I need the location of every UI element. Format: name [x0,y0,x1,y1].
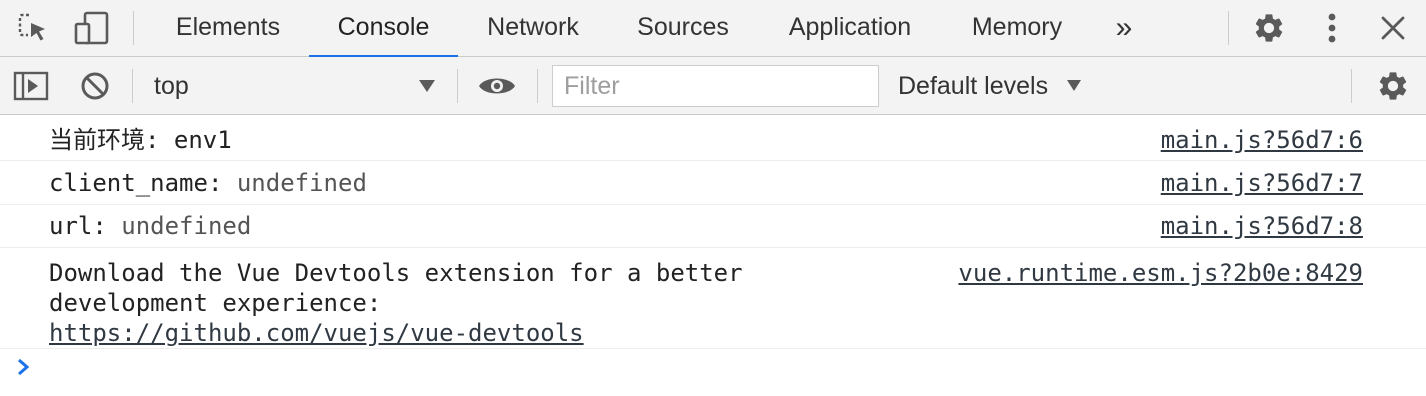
message-source-link[interactable]: main.js?56d7:6 [1161,125,1363,155]
kebab-menu-icon[interactable] [1318,0,1346,56]
console-message: Download the Vue Devtools extension for … [0,248,1426,349]
toolbar-separator [537,69,538,103]
tab-elements[interactable]: Elements [159,0,297,57]
console-message: 当前环境: env1 main.js?56d7:6 [0,116,1426,161]
filter-input[interactable] [552,65,879,107]
inspect-element-icon[interactable] [16,0,50,56]
devtools-link[interactable]: https://github.com/vuejs/vue-devtools [49,319,584,347]
message-text: Download the Vue Devtools extension for … [49,258,743,348]
console-message: client_name: undefined main.js?56d7:7 [0,161,1426,205]
message-text: 当前环境: env1 [49,125,232,155]
message-key: url: [49,212,122,240]
show-sidebar-icon[interactable] [12,57,50,115]
message-value: undefined [236,169,367,197]
message-value: env1 [173,126,232,154]
tab-sources[interactable]: Sources [621,0,745,57]
chevron-right-icon[interactable] [14,356,32,383]
tab-separator [1228,11,1229,45]
eye-icon[interactable] [477,57,517,115]
tab-memory[interactable]: Memory [956,0,1078,57]
close-icon[interactable] [1378,0,1408,56]
message-value: undefined [121,212,252,240]
message-line: Download the Vue Devtools extension for … [49,259,743,287]
toolbar-separator [457,69,458,103]
device-toolbar-icon[interactable] [74,0,110,56]
toolbar-separator [1351,69,1352,103]
clear-console-icon[interactable] [78,57,112,115]
log-levels-label: Default levels [898,72,1049,100]
message-text: client_name: undefined [49,168,367,198]
console-messages: 当前环境: env1 main.js?56d7:6 client_name: u… [0,116,1426,349]
toolbar-separator [132,69,133,103]
dropdown-arrow-icon [1067,80,1081,91]
message-key: client_name: [49,169,237,197]
tab-application[interactable]: Application [772,0,928,57]
message-source-link[interactable]: main.js?56d7:7 [1161,168,1363,198]
dropdown-arrow-icon [419,80,435,92]
console-toolbar: top Default levels [0,57,1426,115]
message-source-link[interactable]: vue.runtime.esm.js?2b0e:8429 [958,258,1363,288]
tab-console[interactable]: Console [309,0,458,58]
console-settings-gear-icon[interactable] [1375,57,1411,115]
context-selector-label: top [154,72,189,100]
console-message: url: undefined main.js?56d7:8 [0,205,1426,248]
tab-network[interactable]: Network [470,0,596,57]
message-key: 当前环境: [49,126,174,154]
tab-separator [133,11,134,45]
gear-icon[interactable] [1251,0,1287,56]
message-source-link[interactable]: main.js?56d7:8 [1161,211,1363,241]
message-line: development experience: [49,289,382,317]
devtools-tab-bar: Elements Console Network Sources Applica… [0,0,1426,58]
more-tabs-button[interactable]: » [1106,0,1142,57]
message-text: url: undefined [49,211,251,241]
